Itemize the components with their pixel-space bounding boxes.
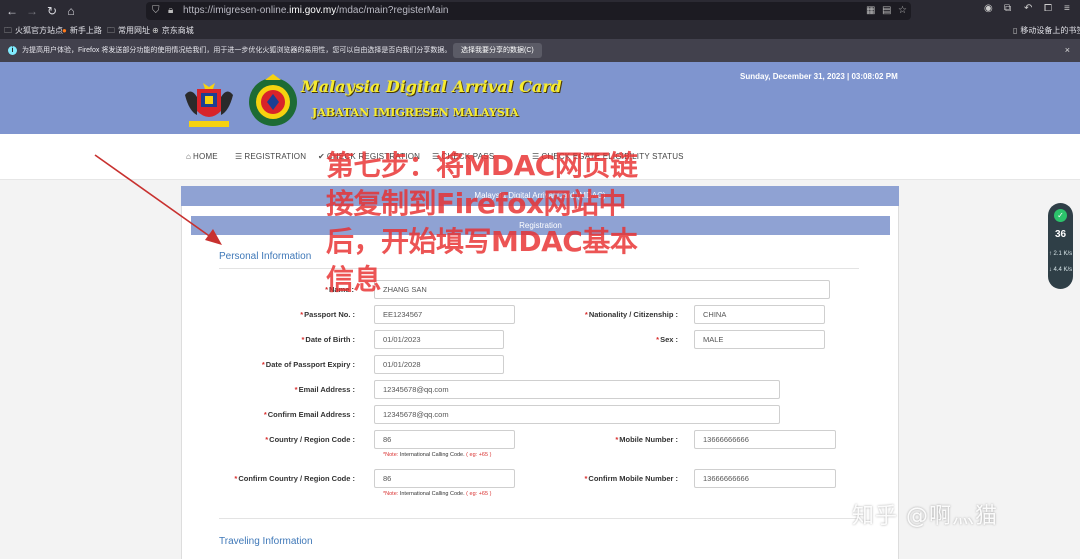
- arrow-left-icon: ←: [6, 4, 18, 18]
- lock-icon: 🔒︎: [168, 5, 174, 16]
- undo-icon[interactable]: ↶: [1024, 0, 1032, 18]
- passport-field[interactable]: EE1234567: [374, 305, 515, 324]
- arrow-right-icon: →: [26, 4, 38, 18]
- extensions-icon[interactable]: ⧠: [1044, 0, 1052, 18]
- reload-icon: ↻: [46, 4, 58, 18]
- download-speed: ↓ 4.4 K/s: [1048, 267, 1073, 273]
- sex-field[interactable]: MALE: [694, 330, 825, 349]
- qr-code-icon[interactable]: ▦: [866, 2, 875, 20]
- folder-icon: 🗀︎: [4, 26, 12, 35]
- network-speed-widget[interactable]: ✓ 36 ↑ 2.1 K/s ↓ 4.4 K/s: [1048, 203, 1073, 289]
- shield-icon: ⛉: [152, 5, 160, 16]
- info-icon: i: [8, 46, 17, 55]
- forward-button[interactable]: →: [24, 2, 40, 20]
- shield-check-icon: ✓: [1054, 209, 1067, 222]
- annotation-line: 接复制到Firefox网站中: [326, 187, 627, 220]
- mobile-field[interactable]: 13666666666: [694, 430, 836, 449]
- tutorial-annotation: 第七步：将MDAC网页链 接复制到Firefox网站中 后，开始填写MDAC基本…: [326, 147, 726, 299]
- home-button[interactable]: ⌂: [63, 2, 79, 20]
- email-label: *Email Address :: [294, 385, 355, 394]
- zhihu-watermark: 知乎 @啊灬猫: [852, 504, 998, 529]
- check-circle-icon: ✔: [318, 152, 325, 161]
- site-banner: [0, 62, 1080, 134]
- address-bar[interactable]: ⛉ 🔒︎ https://imigresen-online.imi.gov.my…: [146, 2, 911, 20]
- notification-bar: i 为提高用户体验，Firefox 将发送部分功能的使用情况给我们，用于进一步优…: [0, 39, 1080, 62]
- calling-code-note: *Note: International Calling Code. ( eg:…: [383, 491, 492, 497]
- account-icon[interactable]: ◉: [984, 0, 993, 18]
- menu-icon[interactable]: ≡: [1064, 0, 1070, 18]
- nationality-label: *Nationality / Citizenship :: [584, 310, 678, 319]
- choose-data-button[interactable]: 选择我要分享的数据(C): [453, 43, 542, 58]
- banner-subtitle: JABATAN IMIGRESEN MALAYSIA: [312, 106, 519, 119]
- bookmark-item[interactable]: ⊕ 京东商城: [152, 22, 194, 39]
- passport-expiry-field[interactable]: 01/01/2028: [374, 355, 504, 374]
- nav-home[interactable]: ⌂ HOME: [186, 152, 218, 161]
- sex-label: *Sex :: [656, 335, 678, 344]
- immigration-badge-logo: [249, 74, 297, 126]
- passport-expiry-label: *Date of Passport Expiry :: [261, 360, 355, 369]
- confirm-email-field[interactable]: 12345678@qq.com: [374, 405, 780, 424]
- widget-value: 36: [1054, 229, 1067, 240]
- email-field[interactable]: 12345678@qq.com: [374, 380, 780, 399]
- annotation-line: 第七步：将MDAC网页链: [326, 149, 638, 182]
- nationality-field[interactable]: CHINA: [694, 305, 825, 324]
- url-text[interactable]: https://imigresen-online.imi.gov.my/mdac…: [183, 2, 448, 20]
- bookmark-item[interactable]: 🗀︎ 火狐官方站点: [4, 22, 63, 39]
- confirm-mobile-label: *Confirm Mobile Number :: [584, 474, 678, 483]
- bookmark-star-icon[interactable]: ☆: [898, 2, 907, 20]
- passport-label: *Passport No. :: [300, 310, 355, 319]
- home-icon: ⌂: [186, 152, 192, 161]
- annotation-line: 后，开始填写MDAC基本: [326, 225, 638, 258]
- upload-speed: ↑ 2.1 K/s: [1048, 251, 1073, 257]
- annotation-line: 信息: [326, 263, 382, 296]
- nav-registration[interactable]: ☰ REGISTRATION: [235, 152, 306, 161]
- traveling-information-heading: Traveling Information: [219, 536, 313, 547]
- dob-field[interactable]: 01/01/2023: [374, 330, 504, 349]
- bookmark-item[interactable]: ● 新手上路: [62, 22, 102, 39]
- confirm-email-label: *Confirm Email Address :: [263, 410, 355, 419]
- reader-view-icon[interactable]: ▤: [882, 2, 891, 20]
- bookmark-item[interactable]: ▯ 移动设备上的书签: [1013, 22, 1080, 39]
- mobile-icon: ▯: [1013, 26, 1018, 35]
- country-code-field[interactable]: 86: [374, 430, 515, 449]
- folder-icon: 🗀︎: [107, 26, 115, 35]
- personal-information-heading: Personal Information: [219, 251, 312, 262]
- dob-label: *Date of Birth :: [301, 335, 355, 344]
- bookmark-item[interactable]: 🗀︎ 常用网址: [107, 22, 150, 39]
- home-icon: ⌂: [67, 4, 75, 18]
- bookmarks-bar: 🗀︎ 火狐官方站点 ● 新手上路 🗀︎ 常用网址 ⊕ 京东商城 ▯ 移动设备上的书签: [0, 22, 1080, 39]
- close-icon[interactable]: ×: [1065, 39, 1070, 62]
- notification-text: 为提高用户体验，Firefox 将发送部分功能的使用情况给我们，用于进一步优化火…: [22, 47, 452, 54]
- list-icon: ☰: [235, 152, 243, 161]
- screenshot-icon[interactable]: ⧉: [1004, 0, 1011, 18]
- country-code-label: *Country / Region Code :: [265, 435, 355, 444]
- firefox-icon: ●: [62, 26, 67, 35]
- banner-title: Malaysia Digital Arrival Card: [301, 77, 562, 96]
- back-button[interactable]: ←: [4, 2, 20, 20]
- reload-button[interactable]: ↻: [44, 2, 60, 20]
- confirm-mobile-field[interactable]: 13666666666: [694, 469, 836, 488]
- mobile-label: *Mobile Number :: [615, 435, 678, 444]
- calling-code-note: *Note: International Calling Code. ( eg:…: [383, 452, 492, 458]
- confirm-country-code-field[interactable]: 86: [374, 469, 515, 488]
- browser-toolbar: ← → ↻ ⌂ ⛉ 🔒︎ https://imigresen-online.im…: [0, 0, 1080, 22]
- section-divider: [219, 518, 859, 519]
- coat-of-arms-logo: [185, 83, 233, 127]
- globe-icon: ⊕: [152, 26, 159, 35]
- current-datetime: Sunday, December 31, 2023 | 03:08:02 PM: [740, 72, 898, 81]
- confirm-country-code-label: *Confirm Country / Region Code :: [234, 474, 355, 483]
